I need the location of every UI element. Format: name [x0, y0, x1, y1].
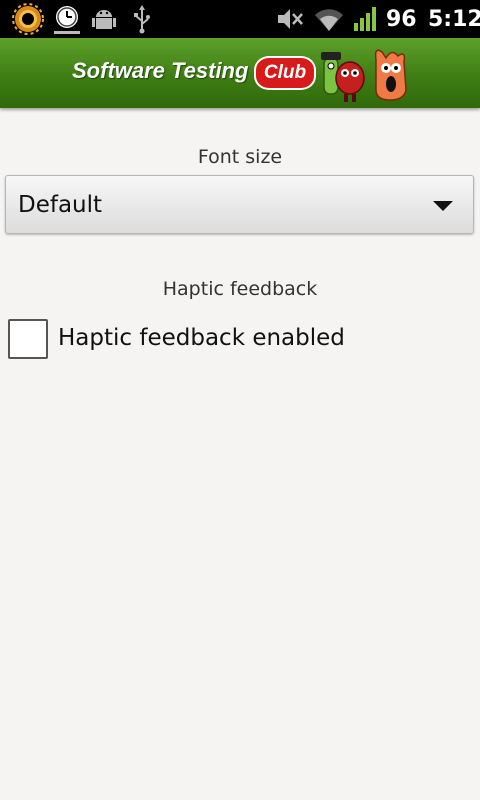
signal-icon — [354, 7, 376, 31]
sun-notification-icon — [12, 3, 44, 35]
clock-notification-icon — [54, 6, 80, 34]
wifi-icon — [315, 9, 343, 31]
font-size-selected-value: Default — [18, 192, 103, 218]
clock-time: 5:12 — [428, 7, 480, 32]
usb-icon — [134, 5, 150, 34]
logo-club-badge: Club — [254, 56, 316, 90]
battery-level: 96 — [386, 7, 417, 32]
haptic-feedback-checkbox[interactable] — [8, 319, 48, 359]
haptic-feedback-label: Haptic feedback — [162, 278, 318, 300]
mute-icon — [278, 9, 303, 29]
font-size-label: Font size — [197, 146, 283, 168]
logo-text: Software Testing — [72, 58, 249, 83]
dropdown-arrow-icon — [433, 201, 453, 211]
font-size-dropdown[interactable]: Default — [5, 175, 474, 234]
haptic-feedback-option[interactable]: Haptic feedback enabled — [8, 318, 474, 362]
android-debug-icon — [92, 10, 116, 29]
app-header: Software Testing Club — [0, 38, 480, 108]
haptic-feedback-checkbox-label[interactable]: Haptic feedback enabled — [58, 325, 345, 351]
mascots-logo-icon — [321, 49, 407, 102]
status-bar: 96 5:12 — [0, 0, 480, 38]
